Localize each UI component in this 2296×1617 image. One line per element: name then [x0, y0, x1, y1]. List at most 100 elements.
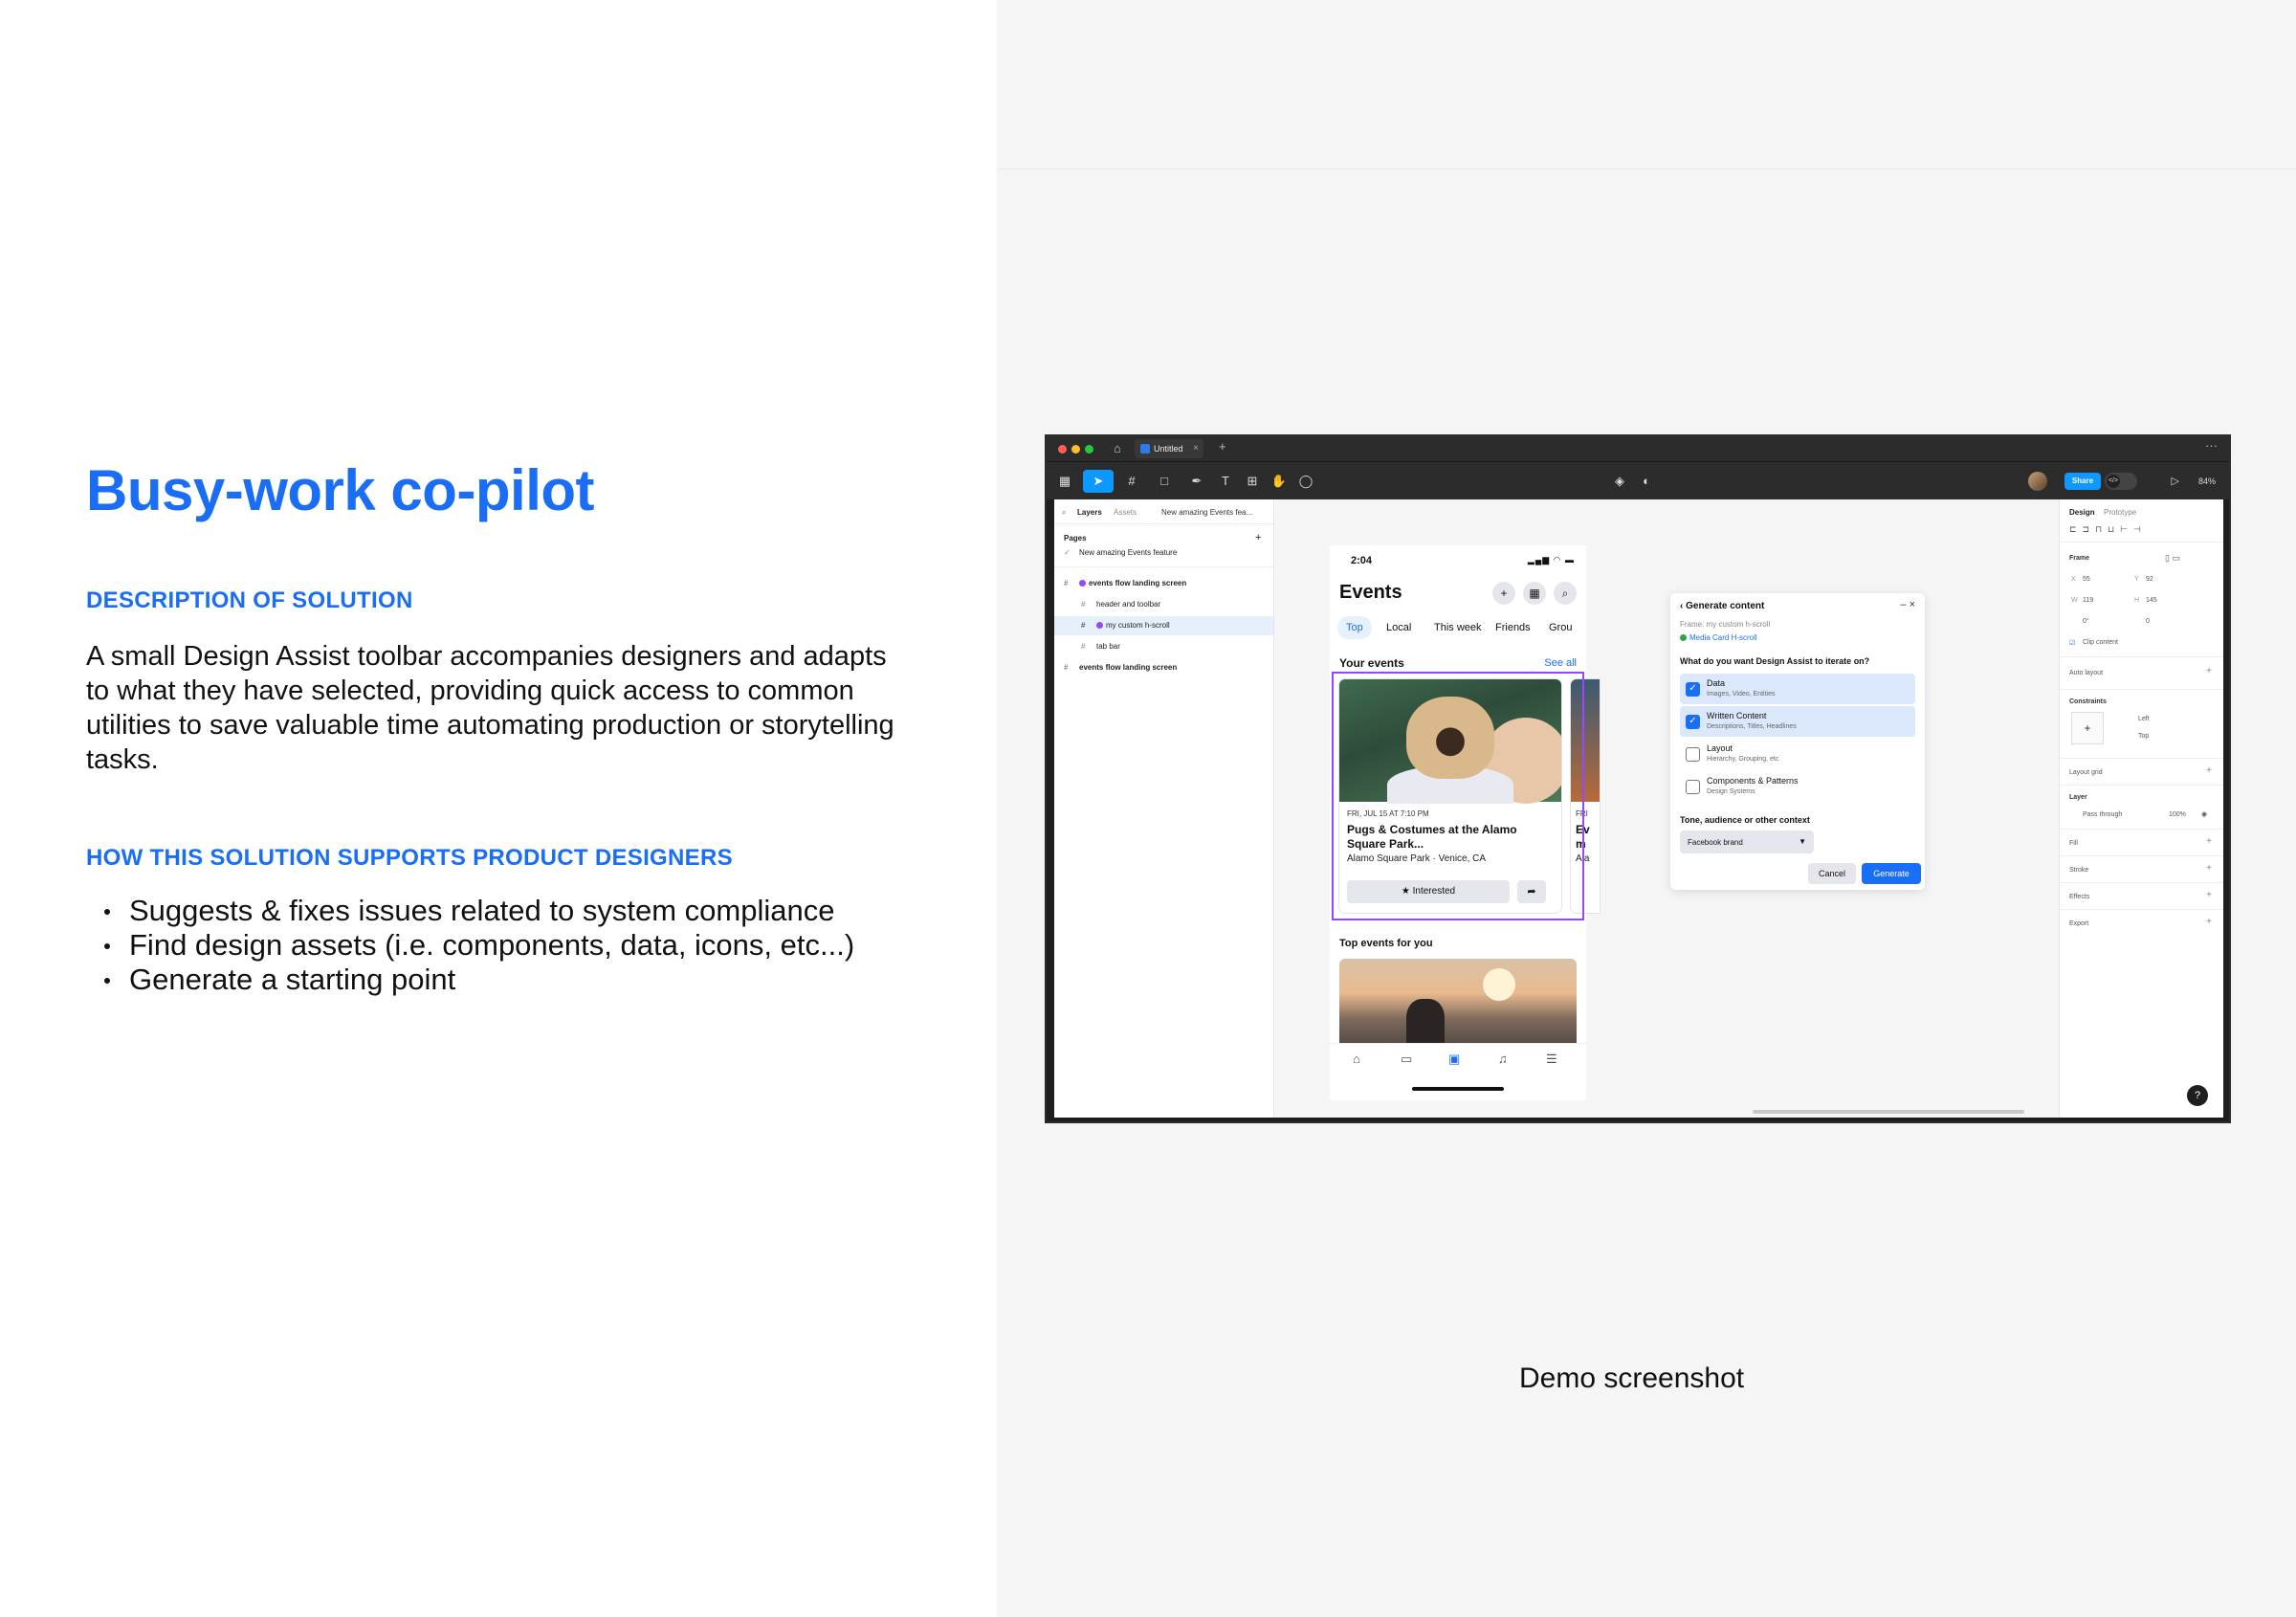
stroke-label: Stroke [2069, 867, 2089, 874]
h-field[interactable]: 145 [2146, 597, 2157, 604]
component-icon[interactable]: ◈ [1607, 470, 1632, 493]
constraint-horizontal[interactable]: Left [2138, 716, 2150, 722]
add-fill-icon[interactable]: + [2206, 836, 2212, 847]
text-tool-icon[interactable]: T [1213, 470, 1238, 493]
menu-icon[interactable]: ☰ [1546, 1052, 1557, 1067]
tab-layers[interactable]: Layers [1077, 508, 1102, 517]
checkbox-checked[interactable]: ☑ [2069, 639, 2075, 647]
resources-icon[interactable]: ⊞ [1240, 470, 1265, 493]
close-tab-icon[interactable]: × [1193, 439, 1199, 458]
layer-row[interactable]: # tab bar [1054, 637, 1273, 656]
bell-icon[interactable]: ♫ [1498, 1052, 1508, 1066]
check-icon: ✓ [1064, 548, 1071, 557]
add-stroke-icon[interactable]: + [2206, 863, 2212, 874]
page-dropdown[interactable]: New amazing Events fea... [1161, 508, 1252, 517]
radius-field[interactable]: 0 [2146, 618, 2150, 625]
auto-layout-label: Auto layout [2069, 670, 2104, 676]
eye-icon[interactable]: ◉ [2201, 810, 2207, 818]
top-event-image[interactable] [1339, 959, 1577, 1045]
horizontal-scrollbar[interactable] [1753, 1110, 2024, 1114]
share-button[interactable]: Share [2064, 473, 2101, 490]
page-item[interactable]: ✓ New amazing Events feature [1054, 543, 1273, 563]
add-effect-icon[interactable]: + [2206, 890, 2212, 900]
x-field[interactable]: 55 [2083, 576, 2090, 583]
add-export-icon[interactable]: + [2206, 917, 2212, 927]
constraint-vertical[interactable]: Top [2138, 733, 2149, 740]
main-menu-icon[interactable]: ▦ [1052, 470, 1077, 493]
contrast-icon[interactable]: ◐ [1634, 470, 1659, 493]
checkbox[interactable] [1686, 747, 1700, 762]
see-all-link[interactable]: See all [1544, 657, 1577, 669]
dev-mode-toggle[interactable]: </> [2105, 473, 2137, 490]
tab-top[interactable]: Top [1337, 616, 1372, 639]
tone-select-value: Facebook brand [1688, 838, 1743, 847]
option-written-content[interactable]: ✓ Written Content Descriptions, Titles, … [1680, 706, 1915, 737]
zoom-level[interactable]: 84% [2198, 472, 2216, 491]
add-layout-grid-icon[interactable]: + [2206, 765, 2212, 776]
more-icon[interactable]: ··· [2205, 438, 2218, 453]
constraints-widget[interactable]: + [2071, 712, 2104, 744]
tone-select[interactable]: Facebook brand ▼ [1680, 831, 1814, 853]
cancel-button[interactable]: Cancel [1808, 863, 1856, 884]
help-button[interactable]: ? [2187, 1085, 2208, 1106]
tab-prototype[interactable]: Prototype [2104, 508, 2136, 517]
divider [2060, 542, 2223, 543]
tab-this-week[interactable]: This week [1425, 616, 1490, 639]
tab-local[interactable]: Local [1378, 616, 1420, 639]
y-label: Y [2134, 576, 2139, 583]
phone-frame[interactable]: 2:04 ▂▄▆ ◠ ▬ Events + ▦ ⌕ Top Local This… [1330, 545, 1600, 1100]
move-tool-icon[interactable]: ➤ [1083, 470, 1114, 493]
option-layout[interactable]: Layout Hierarchy, Grouping, etc [1680, 739, 1915, 769]
blend-mode-select[interactable]: Pass through [2083, 811, 2122, 818]
shape-tool-icon[interactable]: □ [1152, 470, 1177, 493]
fill-label: Fill [2069, 840, 2078, 847]
option-components[interactable]: Components & Patterns Design Systems [1680, 771, 1915, 802]
layer-row-selected[interactable]: # my custom h-scroll [1054, 616, 1273, 635]
opacity-field[interactable]: 100% [2169, 811, 2186, 818]
pen-tool-icon[interactable]: ✒ [1184, 470, 1209, 493]
tab-friends[interactable]: Friends [1487, 616, 1539, 639]
hand-tool-icon[interactable]: ✋ [1267, 470, 1292, 493]
option-data[interactable]: ✓ Data Images, Video, Entities [1680, 674, 1915, 704]
tab-design[interactable]: Design [2069, 508, 2095, 517]
layer-row[interactable]: # header and toolbar [1054, 595, 1273, 614]
tab-groups[interactable]: Grou [1540, 616, 1586, 639]
layer-row[interactable]: # events flow landing screen [1054, 574, 1273, 593]
events-icon[interactable]: ▣ [1448, 1052, 1460, 1067]
file-tab[interactable]: Untitled × [1135, 439, 1203, 458]
rotation-field[interactable]: 0° [2083, 618, 2089, 625]
code-icon: </> [2107, 475, 2120, 488]
home-icon[interactable]: ⌂ [1353, 1052, 1360, 1066]
component-tag[interactable]: Media Card H-scroll [1680, 633, 1757, 642]
frame-tool-icon[interactable]: # [1119, 470, 1144, 493]
close-window-button[interactable] [1058, 445, 1067, 454]
w-field[interactable]: 119 [2083, 597, 2093, 604]
layer-row[interactable]: # events flow landing screen [1054, 658, 1273, 677]
layer-label: Layer [2069, 794, 2087, 801]
present-icon[interactable]: ▷ [2172, 472, 2179, 491]
maximize-window-button[interactable] [1085, 445, 1093, 454]
avatar[interactable] [2028, 472, 2047, 491]
add-auto-layout-icon[interactable]: + [2206, 666, 2212, 676]
y-field[interactable]: 92 [2146, 576, 2153, 583]
orientation-icons[interactable]: ▯ ▭ [2165, 553, 2180, 564]
minimize-window-button[interactable] [1071, 445, 1080, 454]
calendar-icon[interactable]: ▦ [1523, 582, 1546, 605]
alignment-icons[interactable]: ⊏⊐⊓⊔⊢⊣ [2069, 524, 2147, 535]
design-canvas[interactable]: 2:04 ▂▄▆ ◠ ▬ Events + ▦ ⌕ Top Local This… [1274, 499, 2059, 1118]
search-icon[interactable]: ⌕ [1554, 582, 1577, 605]
close-icon[interactable]: – × [1900, 599, 1915, 610]
generate-button[interactable]: Generate [1862, 863, 1921, 884]
add-page-icon[interactable]: + [1255, 532, 1261, 543]
new-tab-icon[interactable]: + [1219, 439, 1226, 454]
video-icon[interactable]: ▭ [1401, 1052, 1412, 1067]
add-icon[interactable]: + [1492, 582, 1515, 605]
comment-tool-icon[interactable]: ◯ [1293, 470, 1318, 493]
checkbox[interactable] [1686, 780, 1700, 794]
top-events-heading: Top events for you [1339, 938, 1433, 949]
checkbox-checked[interactable]: ✓ [1686, 682, 1700, 697]
checkbox-checked[interactable]: ✓ [1686, 715, 1700, 729]
home-icon[interactable]: ⌂ [1114, 441, 1121, 455]
tab-assets[interactable]: Assets [1114, 508, 1137, 517]
search-icon[interactable]: ⌕ [1062, 508, 1066, 518]
